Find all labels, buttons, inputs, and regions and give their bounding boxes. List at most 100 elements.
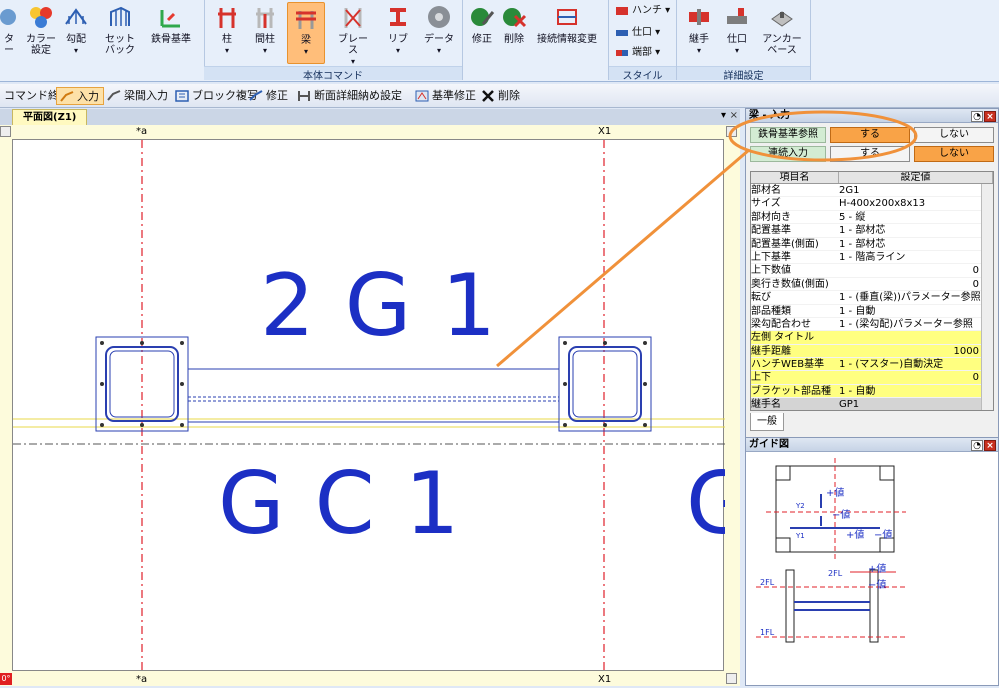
command-base-edit-button[interactable]: 基準修正: [412, 87, 480, 105]
tab-general[interactable]: 一般: [750, 413, 784, 431]
command-delete-button[interactable]: 削除: [478, 87, 524, 105]
row-value[interactable]: 1 - (梁勾配)パラメーター参照: [839, 318, 993, 330]
ribbon-button-steel-base[interactable]: 鉄骨基準: [146, 2, 196, 45]
command-edit-button[interactable]: 修正: [246, 87, 292, 105]
tab-plan-view[interactable]: 平面図(Z1): [12, 109, 88, 125]
table-row[interactable]: 部材名 2G1: [751, 184, 993, 198]
row-value[interactable]: 1 - (垂直(梁))パラメーター参照: [839, 291, 993, 303]
ribbon-button-joint[interactable]: 継手 ▾: [684, 2, 714, 56]
table-row[interactable]: 奥行き数値(側面) 0: [751, 278, 993, 292]
command-section-detail-button[interactable]: 断面詳細納め設定: [294, 87, 406, 105]
ribbon-button-stud[interactable]: 間柱 ▾: [250, 2, 280, 56]
plan-canvas[interactable]: 2G1 GC1 G: [12, 139, 753, 672]
table-row[interactable]: 配置基準(側面) 1 - 部材芯: [751, 238, 993, 251]
ribbon-button-delete[interactable]: 削除: [500, 2, 528, 45]
tab-close-icon[interactable]: ×: [730, 110, 738, 121]
row-value[interactable]: H-400x200x8x13: [839, 197, 993, 209]
table-row[interactable]: 継手距離 1000: [751, 344, 993, 359]
row-value[interactable]: 2G1: [839, 184, 993, 196]
command-label: 修正: [266, 89, 288, 102]
connection-detail-icon: [727, 8, 747, 24]
ribbon-button-brace[interactable]: ブレース ▾: [334, 2, 372, 67]
row-value[interactable]: 1 - 自動: [839, 385, 993, 397]
ribbon-button-beam[interactable]: 梁 ▾: [287, 2, 325, 64]
button-label: アンカー ベース: [762, 34, 802, 56]
ribbon-button-setback[interactable]: セット バック: [102, 2, 138, 56]
command-bar: コマンド終了 入力 梁間入力 ブロック複写 修正 断面詳細納め設定 基準修正 削…: [0, 84, 999, 108]
row-value[interactable]: 0: [839, 278, 993, 290]
ribbon-button-column[interactable]: 柱 ▾: [212, 2, 242, 56]
row-value[interactable]: [839, 331, 993, 343]
button-label: 柱: [222, 34, 232, 45]
option-no-button[interactable]: しない: [914, 146, 994, 162]
row-name: サイズ: [751, 198, 781, 210]
row-value[interactable]: 1 - (マスター)自動決定: [839, 358, 993, 370]
ribbon-button-connection-detail[interactable]: 仕口 ▾: [722, 2, 752, 56]
table-row[interactable]: 継手名 GP1: [751, 398, 993, 410]
close-icon[interactable]: ×: [984, 440, 996, 451]
row-value[interactable]: GP1: [839, 398, 993, 410]
option-no-button[interactable]: しない: [914, 127, 994, 143]
ribbon-button-haunch[interactable]: ハンチ ▾: [612, 2, 670, 20]
corner-handle-top-left[interactable]: [0, 126, 11, 137]
guide-1fl-label: 1FL: [760, 628, 775, 637]
ribbon-button-data[interactable]: データ ▾: [422, 2, 456, 56]
tab-dropdown-icon[interactable]: ▾: [721, 110, 726, 121]
row-value[interactable]: 0: [839, 371, 993, 383]
anchor-base-icon: [771, 11, 793, 27]
ribbon-button-connection-change[interactable]: 接続情報変更: [532, 2, 602, 45]
table-row[interactable]: 上下基準 1 - 階高ライン: [751, 251, 993, 265]
ribbon-button-edit[interactable]: 修正: [468, 2, 496, 45]
row-value[interactable]: 1 - 部材芯: [839, 238, 993, 250]
row-value[interactable]: 1 - 部材芯: [839, 224, 993, 236]
table-row[interactable]: 配置基準 1 - 部材芯: [751, 224, 993, 238]
beam-2g1[interactable]: [187, 368, 560, 423]
drawing-area[interactable]: *a X1 *a X1 0° 2G1 GC1 G: [0, 125, 753, 686]
column-right[interactable]: [558, 336, 652, 432]
pin-icon[interactable]: ◔: [971, 111, 983, 122]
ribbon-button-slope[interactable]: 勾配 ▾: [62, 2, 90, 56]
row-name: 梁勾配合わせ: [751, 318, 811, 330]
girder-name-label-cut: G: [686, 454, 725, 554]
table-row[interactable]: ハンチWEB基準 1 - (マスター)自動決定: [751, 358, 993, 372]
ribbon-button-color-settings[interactable]: カラー 設定: [24, 2, 58, 56]
column-left[interactable]: [95, 336, 189, 432]
grid-label-bottom-left: *a: [136, 674, 148, 685]
row-value[interactable]: 0: [839, 264, 993, 276]
close-icon[interactable]: ×: [984, 111, 996, 122]
corner-handle-top-right[interactable]: [726, 126, 737, 137]
table-row[interactable]: ブラケット部品種 1 - 自動: [751, 384, 993, 399]
ribbon-button-color-partial[interactable]: ター: [0, 2, 18, 56]
table-scrollbar[interactable]: [981, 184, 993, 410]
option-yes-button[interactable]: する: [830, 146, 910, 162]
corner-handle-bottom-right[interactable]: [726, 673, 737, 684]
ribbon-button-rib[interactable]: リブ ▾: [384, 2, 412, 56]
row-value[interactable]: 1000: [839, 345, 993, 357]
grid-label-top-right: X1: [598, 126, 612, 137]
command-input-button[interactable]: 入力: [56, 87, 104, 105]
group-label-style: スタイル: [609, 66, 676, 82]
table-row[interactable]: 上下数値 0: [751, 264, 993, 278]
guide-minus-label: −値: [832, 508, 850, 521]
group-label-detail: 詳細設定: [677, 66, 810, 82]
table-row[interactable]: 転び 1 - (垂直(梁))パラメーター参照: [751, 291, 993, 305]
edit-icon: [471, 8, 495, 26]
view-tab-strip: 平面図(Z1) ▾ ×: [0, 109, 740, 125]
row-value[interactable]: 1 - 自動: [839, 305, 993, 317]
table-row[interactable]: 梁勾配合わせ 1 - (梁勾配)パラメーター参照: [751, 318, 993, 332]
table-row[interactable]: 部材向き 5 - 縦: [751, 211, 993, 225]
table-row[interactable]: 部品種類 1 - 自動: [751, 305, 993, 318]
row-name: 部材向き: [751, 211, 791, 223]
table-row[interactable]: 左側 タイトル: [751, 331, 993, 345]
pin-icon[interactable]: ◔: [971, 440, 983, 451]
column-header-value: 設定値: [839, 172, 993, 183]
row-value[interactable]: 1 - 階高ライン: [839, 251, 993, 263]
ribbon-button-anchor-base[interactable]: アンカー ベース: [760, 2, 804, 56]
option-yes-button[interactable]: する: [830, 127, 910, 143]
row-value[interactable]: 5 - 縦: [839, 211, 993, 223]
ribbon-button-end[interactable]: 端部 ▾: [612, 44, 660, 62]
table-row[interactable]: サイズ H-400x200x8x13: [751, 197, 993, 211]
command-span-input-button[interactable]: 梁間入力: [104, 87, 172, 105]
ribbon-button-connection-small[interactable]: 仕口 ▾: [612, 24, 660, 42]
table-row[interactable]: 上下 0: [751, 371, 993, 385]
